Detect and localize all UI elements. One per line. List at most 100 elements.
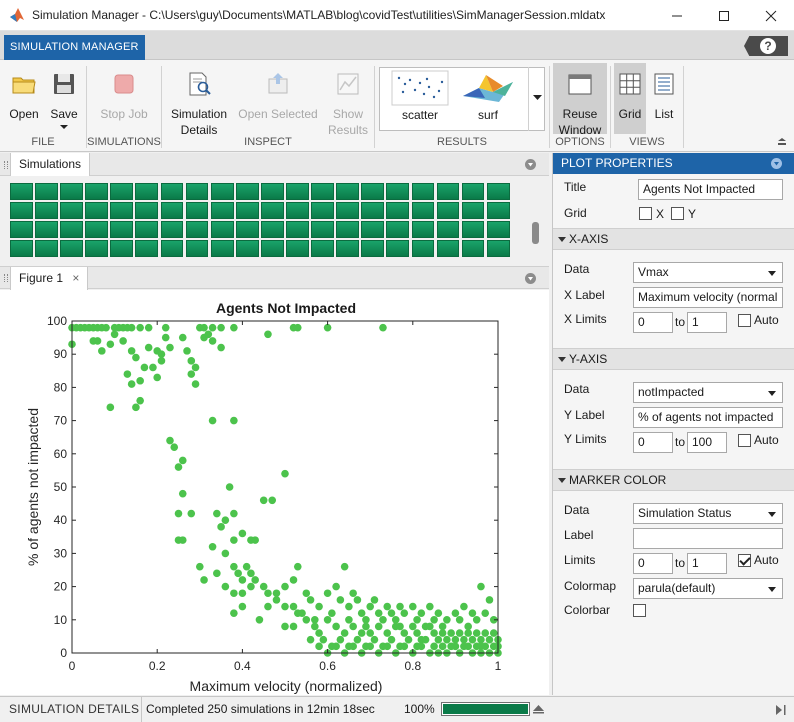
simulation-details-status-button[interactable]: SIMULATION DETAILS [0, 697, 142, 722]
simulation-cell[interactable] [10, 183, 33, 200]
simulation-cell[interactable] [135, 221, 159, 238]
simulation-cell[interactable] [436, 240, 460, 257]
close-button[interactable] [748, 0, 794, 31]
simulation-cell[interactable] [110, 183, 134, 200]
simulation-cell[interactable] [10, 202, 33, 219]
simulation-cell[interactable] [361, 240, 385, 257]
collapse-ribbon-icon[interactable] [777, 138, 787, 146]
simulation-cell[interactable] [235, 183, 259, 200]
simulation-cell[interactable] [311, 240, 334, 257]
gallery-scatter[interactable]: scatter [388, 70, 452, 128]
simulation-cell[interactable] [386, 240, 410, 257]
simulation-cell[interactable] [110, 221, 134, 238]
simulation-cell[interactable] [135, 240, 159, 257]
simulation-cell[interactable] [210, 221, 234, 238]
simulation-cell[interactable] [461, 202, 485, 219]
simulation-cell[interactable] [60, 202, 83, 219]
stop-job-button[interactable]: Stop Job [93, 70, 155, 122]
x-data-dropdown[interactable]: Vmax [633, 262, 783, 283]
simulation-cell[interactable] [160, 221, 184, 238]
simulation-cell[interactable] [411, 202, 435, 219]
simulation-cell[interactable] [260, 183, 284, 200]
grid-x-checkbox[interactable] [639, 207, 652, 220]
simulation-cell[interactable] [336, 202, 360, 219]
simulation-cell[interactable] [436, 183, 460, 200]
simulation-cell[interactable] [85, 202, 109, 219]
color-limit-min-input[interactable]: 0 [633, 553, 673, 574]
close-tab-icon[interactable]: × [72, 271, 79, 285]
tab-simulations[interactable]: Simulations [10, 153, 91, 176]
title-input[interactable]: Agents Not Impacted [638, 179, 783, 200]
simulation-details-button[interactable]: Simulation Details [166, 70, 232, 138]
simulations-scrollbar[interactable] [532, 222, 539, 244]
minimize-button[interactable] [654, 0, 700, 31]
simulation-cell[interactable] [235, 202, 259, 219]
simulation-cell[interactable] [185, 183, 209, 200]
open-button[interactable]: Open [4, 70, 44, 122]
simulation-cell[interactable] [411, 183, 435, 200]
grid-y-checkbox[interactable] [671, 207, 684, 220]
simulation-cell[interactable] [235, 221, 259, 238]
simulation-cell[interactable] [386, 202, 410, 219]
simulation-cell[interactable] [386, 221, 410, 238]
color-auto-checkbox[interactable] [738, 554, 751, 567]
maximize-button[interactable] [701, 0, 747, 31]
y-label-input[interactable]: % of agents not impacted [633, 407, 783, 428]
simulation-cell[interactable] [260, 221, 284, 238]
simulation-cell[interactable] [210, 183, 234, 200]
simulation-cell[interactable] [336, 183, 360, 200]
save-button[interactable]: Save [46, 70, 82, 130]
color-data-dropdown[interactable]: Simulation Status [633, 503, 783, 524]
simulation-cell[interactable] [461, 221, 485, 238]
simulation-cell[interactable] [110, 202, 134, 219]
simulation-cell[interactable] [85, 221, 109, 238]
simulation-cell[interactable] [361, 221, 385, 238]
simulation-cell[interactable] [35, 183, 58, 200]
simulation-cell[interactable] [10, 240, 33, 257]
simulation-cell[interactable] [486, 202, 510, 219]
x-auto-checkbox[interactable] [738, 314, 751, 327]
simulation-cell[interactable] [286, 202, 309, 219]
gallery-surf[interactable]: surf [456, 70, 520, 128]
simulation-cell[interactable] [210, 202, 234, 219]
colormap-dropdown[interactable]: parula(default) [633, 578, 783, 599]
simulation-cell[interactable] [160, 240, 184, 257]
simulation-cell[interactable] [486, 221, 510, 238]
simulation-cell[interactable] [185, 221, 209, 238]
simulation-cell[interactable] [60, 183, 83, 200]
simulation-cell[interactable] [336, 240, 360, 257]
simulation-cell[interactable] [185, 240, 209, 257]
simulation-cell[interactable] [35, 240, 58, 257]
y-auto-checkbox[interactable] [738, 434, 751, 447]
simulation-cell[interactable] [436, 221, 460, 238]
open-selected-button[interactable]: Open Selected [237, 70, 319, 122]
simulation-cell[interactable] [260, 240, 284, 257]
x-limit-max-input[interactable]: 1 [687, 312, 727, 333]
grid-view-button[interactable]: Grid [614, 63, 646, 134]
colorbar-checkbox[interactable] [633, 604, 646, 617]
simulation-cell[interactable] [486, 240, 510, 257]
simulation-cell[interactable] [60, 221, 83, 238]
panel-menu-icon[interactable] [525, 159, 536, 170]
simulation-cell[interactable] [311, 202, 334, 219]
simulation-cell[interactable] [210, 240, 234, 257]
simulation-cell[interactable] [35, 202, 58, 219]
drag-handle-icon[interactable] [4, 161, 8, 169]
x-label-input[interactable]: Maximum velocity (normal [633, 287, 783, 308]
y-limit-max-input[interactable]: 100 [687, 432, 727, 453]
y-limit-min-input[interactable]: 0 [633, 432, 673, 453]
marker-color-section-header[interactable]: MARKER COLOR [553, 469, 794, 491]
gallery-more-button[interactable] [528, 67, 545, 131]
x-axis-section-header[interactable]: X-AXIS [553, 228, 794, 250]
simulation-cell[interactable] [286, 240, 309, 257]
list-view-button[interactable]: List [648, 70, 680, 122]
y-data-dropdown[interactable]: notImpacted [633, 382, 783, 403]
x-limit-min-input[interactable]: 0 [633, 312, 673, 333]
simulation-cell[interactable] [311, 183, 334, 200]
simulation-cell[interactable] [35, 221, 58, 238]
reuse-window-button[interactable]: Reuse Window [553, 63, 607, 137]
simulation-cell[interactable] [235, 240, 259, 257]
simulation-cell[interactable] [260, 202, 284, 219]
simulation-cell[interactable] [135, 202, 159, 219]
simulation-cell[interactable] [361, 202, 385, 219]
